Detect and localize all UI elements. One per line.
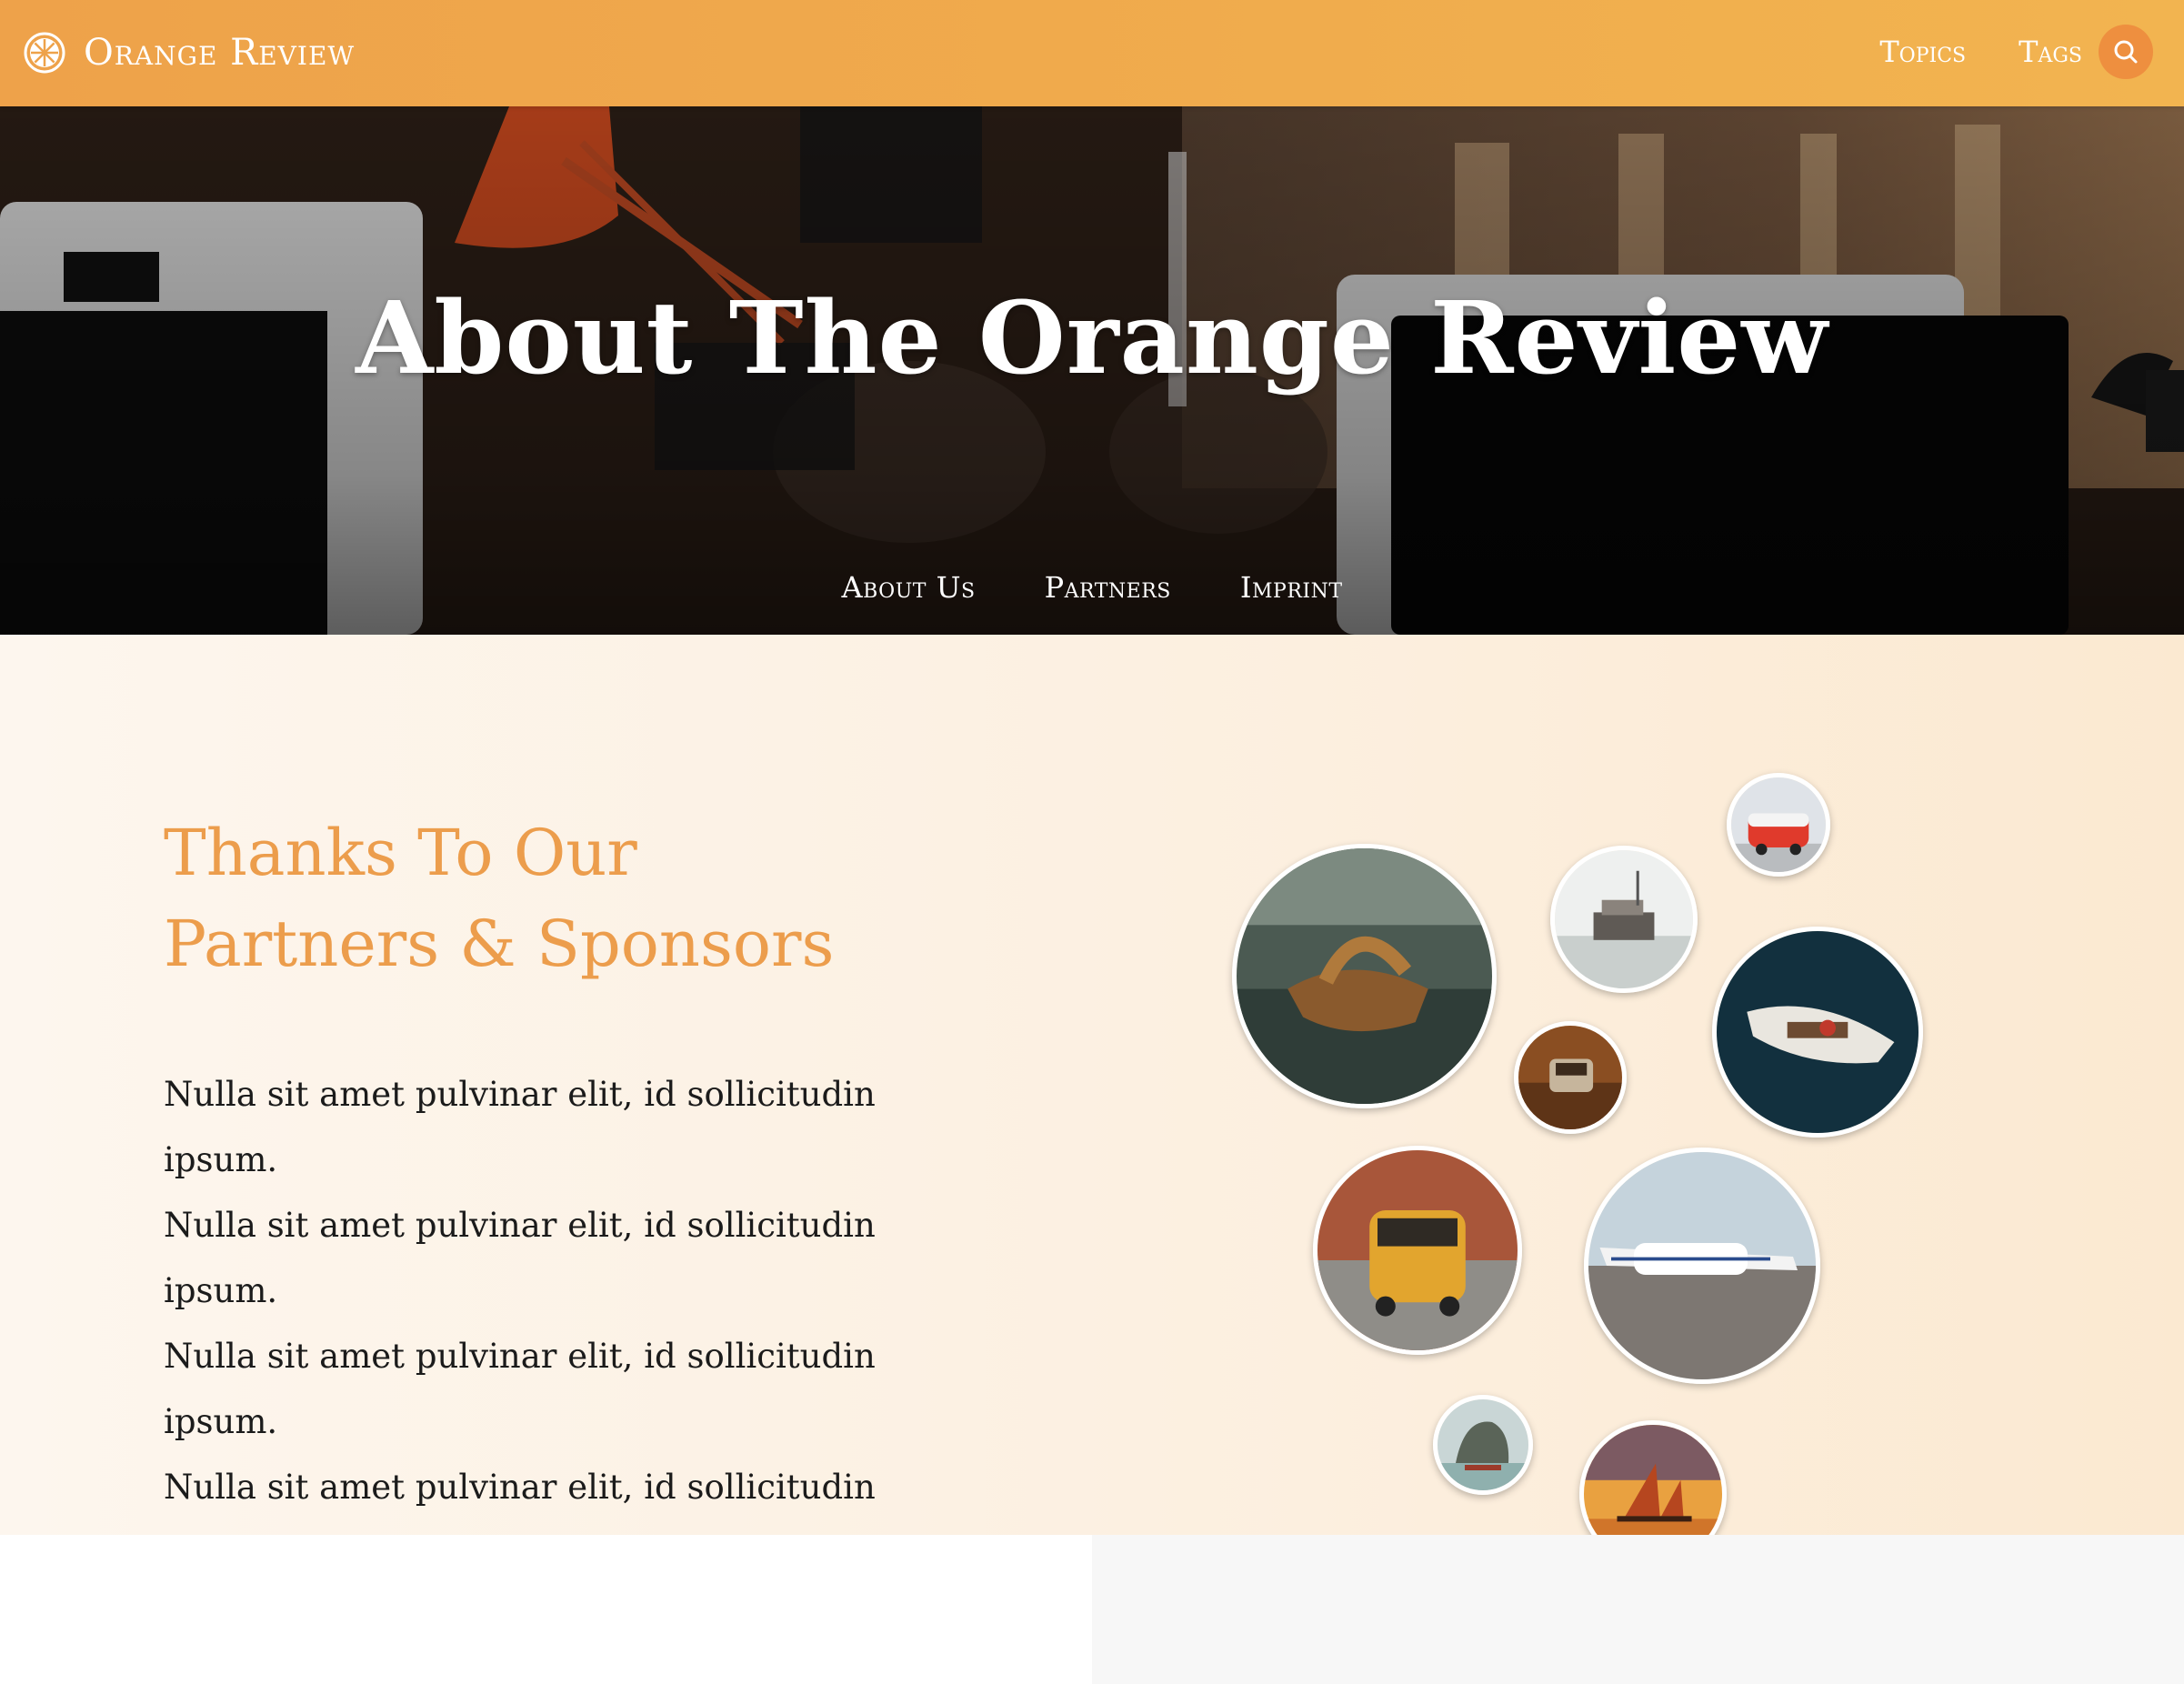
partners-description: Nulla sit amet pulvinar elit, id sollici… (164, 1062, 982, 1586)
about-subnav: About Us Partners Imprint (0, 570, 2184, 605)
partners-section: Thanks To Our Partners & Sponsors Nulla … (0, 635, 2184, 1572)
partners-heading-line-1: Thanks To Our (164, 816, 637, 890)
yellow-van-image (1317, 1150, 1518, 1350)
partner-logo-ferry[interactable] (1550, 846, 1698, 993)
partner-logo-red-van[interactable] (1727, 773, 1830, 877)
partner-logo-airplane[interactable] (1584, 1148, 1820, 1384)
partners-heading: Thanks To Our Partners & Sponsors (164, 807, 982, 989)
ferry-image (1555, 850, 1693, 988)
partner-logo-yellow-van[interactable] (1313, 1146, 1522, 1355)
rock-boat-image (1438, 1399, 1528, 1490)
partner-logo-wooden-boat[interactable] (1232, 844, 1497, 1108)
search-button[interactable] (2099, 25, 2153, 79)
footer-left-panel (0, 1535, 1092, 1684)
partners-heading-line-2: Partners & Sponsors (164, 907, 835, 981)
orange-slice-icon (24, 32, 65, 74)
partner-logo-rowboat[interactable] (1712, 927, 1923, 1138)
nav-topics-link[interactable]: Topics (1879, 35, 1966, 69)
airplane-image (1588, 1152, 1816, 1379)
nav-tags-link[interactable]: Tags (2019, 35, 2082, 69)
tab-partners[interactable]: Partners (1045, 570, 1171, 605)
brand-name: Orange Review (84, 32, 356, 74)
brand-logo-link[interactable]: Orange Review (24, 25, 355, 80)
page-title: About The Orange Review (356, 279, 1828, 396)
partner-logo-vintage-car[interactable] (1514, 1021, 1627, 1134)
partners-paragraph: Nulla sit amet pulvinar elit, id sollici… (164, 1075, 876, 1179)
wooden-boat-image (1237, 848, 1492, 1104)
partners-paragraph: Nulla sit amet pulvinar elit, id sollici… (164, 1206, 876, 1310)
top-navigation: Orange Review Topics Tags (0, 0, 2184, 106)
vintage-car-image (1518, 1026, 1622, 1129)
hero-banner: About The Orange Review About Us Partner… (0, 106, 2184, 635)
primary-nav: Topics Tags (1827, 24, 2153, 80)
search-icon (2114, 40, 2138, 64)
footer-right-panel (1092, 1535, 2184, 1684)
partner-logo-rock-boat[interactable] (1433, 1395, 1533, 1495)
tab-imprint[interactable]: Imprint (1240, 570, 1343, 605)
tab-about-us[interactable]: About Us (841, 570, 975, 605)
red-van-image (1731, 777, 1826, 872)
rowboat-image (1717, 931, 1919, 1133)
partners-paragraph: Nulla sit amet pulvinar elit, id sollici… (164, 1337, 876, 1441)
